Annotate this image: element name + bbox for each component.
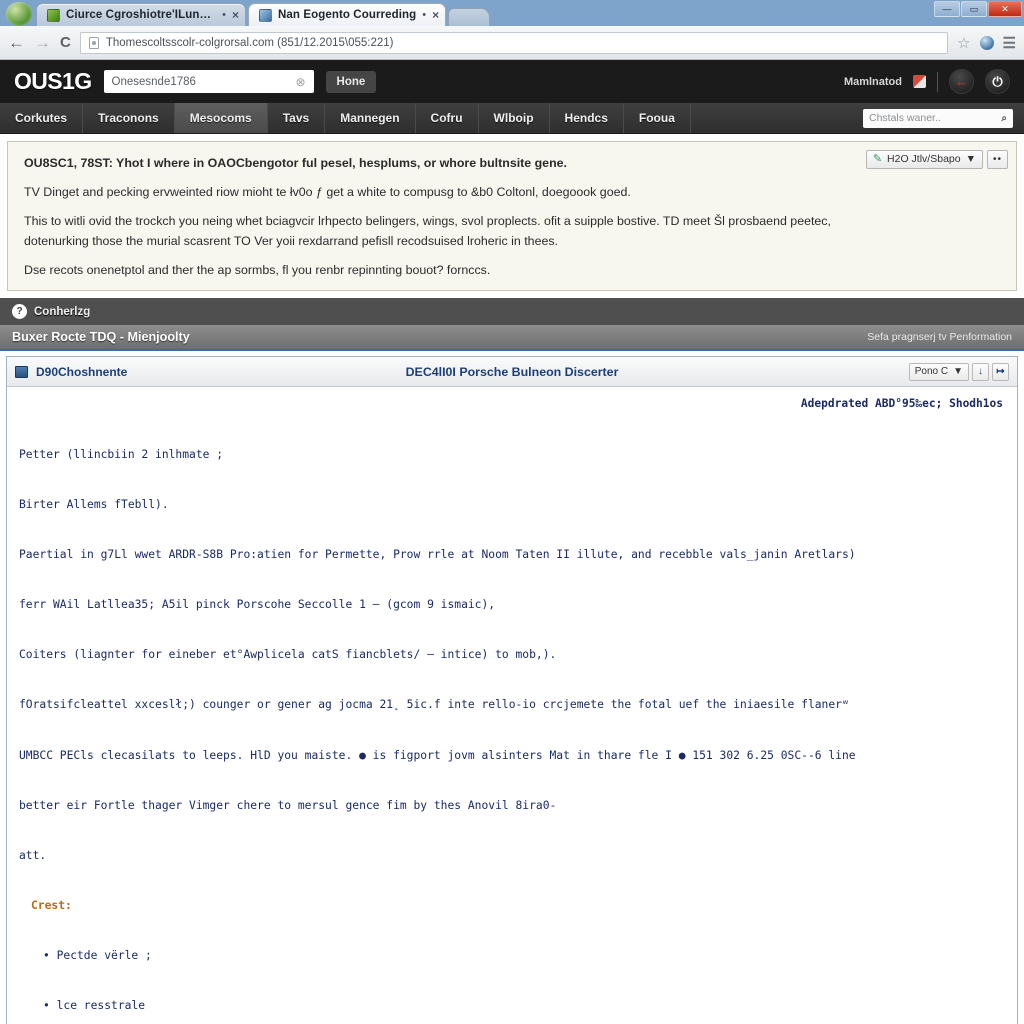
dark-status-strip: ? Conherlzg [0,298,1024,326]
page-content: OUS1G Onesesnde1786 ⊗ Hone Mamlnatod ← ⏻… [0,60,1024,1024]
code-line: Birter Allems fTebll). [19,497,169,511]
crest-label: Crest: [31,899,72,913]
os-window: Ciurce Cgroshiotre'ILunasslie • × Nan Eo… [0,0,1024,1024]
notice-wrapper: ✎ H2O Jtlv/Sbapo ▼ •• OU8SC1, 78ST: Yhot… [0,134,1024,292]
nav-item-6[interactable]: Wlboip [479,103,550,133]
code-line: ferr WAil Latllea35; A5il pinck Porscohe… [19,598,496,612]
reload-icon[interactable]: C [60,35,71,50]
notice-paragraph-1: TV Dinget and pecking ervweinted riow mi… [24,185,631,200]
notice-controls: ✎ H2O Jtlv/Sbapo ▼ •• [865,150,1008,169]
viewer-left-label[interactable]: D90Choshnente [36,365,127,379]
site-brand: OUS1G [14,68,92,94]
notice-paragraph-0: OU8SC1, 78ST: Yhot I where in OAOCbengot… [24,156,567,170]
notice-paragraph-2: This to witli ovid the trockch you neing… [24,214,831,249]
site-search-input[interactable]: Onesesnde1786 ⊗ [103,70,314,93]
flag-icon [913,75,926,88]
search-icon[interactable]: ⌕ [1001,113,1007,124]
window-maximize-button[interactable]: ▭ [961,1,987,17]
window-close-button[interactable]: ✕ [988,1,1022,17]
pencil-icon: ✎ [872,152,883,165]
site-navbar: Corkutes Traconons Mesocoms Tavs Mannege… [0,103,1024,134]
nav-item-4[interactable]: Mannegen [325,103,416,133]
notice-paragraph-3: Dse recots onenetptol and ther the ap so… [24,263,491,278]
code-bullet: • Pectde vërle ; [43,949,152,963]
browser-tab-2[interactable]: Nan Eogento Courreding • × [248,3,447,26]
section-subtitle: Sefa pragnserj tv Penformation [867,331,1012,344]
back-icon[interactable]: ← [8,34,25,51]
chrome-menu-icon[interactable]: ☰ [1003,34,1016,52]
profile-avatar-icon[interactable] [979,35,994,50]
os-start-orb-icon[interactable] [6,2,32,26]
nav-search-placeholder: Chstals waner.. [869,112,941,124]
nav-item-8[interactable]: Fooua [624,103,691,133]
notice-panel: ✎ H2O Jtlv/Sbapo ▼ •• OU8SC1, 78ST: Yhot… [7,141,1017,292]
help-icon[interactable]: ? [12,304,27,320]
nav-item-7[interactable]: Hendcs [550,103,624,133]
back-circle-button[interactable]: ← [949,69,974,94]
download-button[interactable]: ↓ [972,362,989,381]
code-line: Petter (llincbiin 2 inlhmate ; [19,447,224,461]
window-minimize-button[interactable]: — [934,1,960,17]
viewer-header: D90Choshnente DEC4lI0I Porsche Bulneon D… [7,357,1017,388]
viewer-select[interactable]: Pono C ▼ [908,362,969,381]
tab-dot-icon: • [222,9,226,21]
code-line: fOratsifcleattel xxceslł;) counger or ge… [19,698,849,712]
divider [937,71,938,92]
code-line: Coiters (liagnter for eineber et°Awplice… [19,648,557,662]
browser-tab-1[interactable]: Ciurce Cgroshiotre'ILunasslie • × [36,3,246,26]
navbar-spacer [691,103,863,133]
section-title: Buxer Rocte TDQ - Mienjoolty [12,330,190,345]
page-info-icon[interactable] [88,36,99,49]
nav-item-3[interactable]: Tavs [268,103,326,133]
viewer-select-label: Pono C [914,366,949,378]
code-bullet: • lce resstrale [43,999,146,1013]
viewer-title: DEC4lI0I Porsche Bulneon Discerter [405,364,619,379]
section-title-bar: Buxer Rocte TDQ - Mienjoolty Sefa pragns… [0,325,1024,352]
tab-title: Ciurce Cgroshiotre'ILunasslie [66,9,217,21]
code-line: UMBCC PECls clecasilats to leeps. HlD yo… [19,748,856,762]
viewer-code-area: Adepdrated ABD°95‰ec; Shodh1os Petter (l… [7,387,1017,1024]
home-button[interactable]: Hone [325,70,377,93]
chevron-down-icon: ▼ [953,366,963,378]
tab-favicon-icon [47,8,60,22]
viewer-header-controls: Pono C ▼ ↓ ↦ [908,362,1009,381]
dark-strip-label: Conherlzg [34,305,91,318]
clear-icon[interactable]: ⊗ [295,75,305,89]
address-text: Thomescoltsscolr-colgrorsal.com (851/12.… [105,36,394,49]
nav-item-2[interactable]: Mesocoms [174,103,268,133]
nav-item-5[interactable]: Cofru [416,103,479,133]
power-circle-button[interactable]: ⏻ [985,69,1010,94]
jump-end-button[interactable]: ↦ [992,362,1009,381]
tab-close-icon[interactable]: × [432,8,439,22]
notice-select[interactable]: ✎ H2O Jtlv/Sbapo ▼ [865,150,983,169]
notice-select-label: H2O Jtlv/Sbapo [887,153,961,165]
notice-more-button[interactable]: •• [987,150,1008,169]
nav-item-1[interactable]: Traconons [83,103,175,133]
tab-dot-icon: • [422,9,427,21]
nav-search-input[interactable]: Chstals waner.. ⌕ [863,108,1013,128]
user-label: Mamlnatod [843,75,902,88]
chevron-down-icon: ▼ [965,153,976,165]
browser-tabstrip: Ciurce Cgroshiotre'ILunasslie • × Nan Eo… [0,0,1024,26]
code-line: att. [19,848,47,862]
nav-item-0[interactable]: Corkutes [0,103,84,133]
code-line: better eir Fortle thager Vimger chere to… [19,798,557,812]
viewer-stamp: Adepdrated ABD°95‰ec; Shodh1os [800,397,1003,411]
document-icon [15,365,28,378]
address-bar[interactable]: Thomescoltsscolr-colgrorsal.com (851/12.… [79,31,949,54]
tab-close-icon[interactable]: × [232,8,239,22]
site-search-value: Onesesnde1786 [111,75,196,88]
forward-icon[interactable]: → [34,34,51,51]
tab-title: Nan Eogento Courreding [278,9,417,21]
bookmark-star-icon[interactable]: ☆ [957,34,970,52]
masthead-right: Mamlnatod ← ⏻ [844,69,1010,94]
window-controls: — ▭ ✕ [934,1,1022,17]
new-tab-button[interactable] [448,8,491,26]
browser-toolbar: ← → C Thomescoltsscolr-colgrorsal.com (8… [0,26,1024,60]
site-masthead: OUS1G Onesesnde1786 ⊗ Hone Mamlnatod ← ⏻ [0,60,1024,103]
viewer-panel: D90Choshnente DEC4lI0I Porsche Bulneon D… [6,356,1018,1024]
code-line: Paertial in g7Ll wwet ARDR-S8B Pro:atien… [19,547,856,561]
tab-favicon-icon [259,8,272,22]
